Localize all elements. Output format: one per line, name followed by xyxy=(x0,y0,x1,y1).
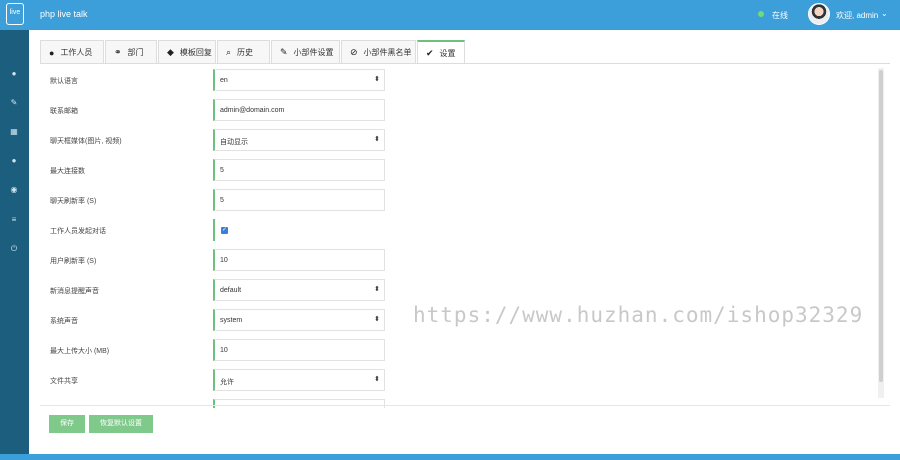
tab-label: 设置 xyxy=(439,48,456,58)
setting-label: 聊天刷新率 (S) xyxy=(50,198,97,205)
setting-label: 文件共享 xyxy=(50,378,78,385)
online-status-dot xyxy=(758,11,764,17)
tab-label: 模板回复 xyxy=(179,48,212,57)
partial-field[interactable] xyxy=(213,399,385,408)
tab-label: 小部件黑名单 xyxy=(363,48,412,57)
setting-row-file-sharing: 文件共享 允许 ⬍ xyxy=(40,366,890,396)
max-connections-input[interactable]: 5 xyxy=(213,159,385,181)
reset-defaults-button[interactable]: 恢复默认设置 xyxy=(89,415,153,433)
settings-tabs: ● 工作人员 ⚭ 部门 ◆ 模板回复 ⌕ 历史 ✎ 小部件设置 ⊘ 小部件黑名单 ✔ 设置 xyxy=(40,40,466,64)
select-arrows-icon: ⬍ xyxy=(374,136,380,143)
setting-row-max-upload: 最大上传大小 (MB) 10 xyxy=(40,336,890,366)
search-icon: ⌕ xyxy=(226,47,232,57)
setting-label: 工作人员发起对话 xyxy=(50,228,106,235)
setting-row-user-refresh: 用户刷新率 (S) 10 xyxy=(40,246,890,276)
top-bar: live php live talk 在线 欢迎, admin ⌄ xyxy=(0,0,900,30)
setting-row-max-connections: 最大连接数 5 xyxy=(40,156,890,186)
contact-email-input[interactable]: admin@domain.com xyxy=(213,99,385,121)
logo-text: live xyxy=(9,9,21,16)
setting-row-default-language: 默认语言 en ⬍ xyxy=(40,66,890,96)
check-icon: ✓ xyxy=(221,227,228,234)
user-icon: ● xyxy=(49,47,55,58)
default-language-select[interactable]: en ⬍ xyxy=(213,69,385,91)
select-arrows-icon: ⬍ xyxy=(374,316,380,323)
setting-row-partial xyxy=(40,396,890,408)
user-refresh-input[interactable]: 10 xyxy=(213,249,385,271)
app-title: php live talk xyxy=(40,9,88,19)
tab-label: 小部件设置 xyxy=(293,48,334,57)
setting-row-chat-media: 聊天框媒体(图片, 视频) 自动显示 ⬍ xyxy=(40,126,890,156)
system-sound-select[interactable]: system ⬍ xyxy=(213,309,385,331)
power-icon[interactable]: ⏻ xyxy=(8,243,20,255)
setting-label: 聊天框媒体(图片, 视频) xyxy=(50,138,122,145)
select-arrows-icon: ⬍ xyxy=(374,286,380,293)
setting-row-chat-refresh: 聊天刷新率 (S) 5 xyxy=(40,186,890,216)
chat-refresh-input[interactable]: 5 xyxy=(213,189,385,211)
staff-initiate-checkbox[interactable]: ✓ xyxy=(213,219,231,241)
select-arrows-icon: ⬍ xyxy=(374,376,380,383)
setting-label: 最大上传大小 (MB) xyxy=(50,348,110,355)
qrcode-icon[interactable]: ▦ xyxy=(8,126,20,138)
footer-divider xyxy=(40,405,890,406)
list-icon[interactable]: ≡ xyxy=(8,214,20,226)
comments-icon: ◆ xyxy=(167,47,174,57)
select-value: default xyxy=(220,287,242,294)
tab-widget-settings[interactable]: ✎ 小部件设置 xyxy=(271,40,340,64)
setting-label: 默认语言 xyxy=(50,78,78,85)
scrollbar-thumb[interactable] xyxy=(879,70,883,382)
tab-departments[interactable]: ⚭ 部门 xyxy=(105,40,157,64)
save-button[interactable]: 保存 xyxy=(49,415,85,433)
setting-label: 联系邮箱 xyxy=(50,108,78,115)
chat-media-select[interactable]: 自动显示 ⬍ xyxy=(213,129,385,151)
select-value: en xyxy=(220,77,228,84)
setting-label: 系统声音 xyxy=(50,318,78,325)
tab-label: 历史 xyxy=(237,48,254,57)
tab-canned-replies[interactable]: ◆ 模板回复 xyxy=(158,40,216,64)
setting-label: 最大连接数 xyxy=(50,168,85,175)
sidebar: ● ✎ ▦ ● ◉ ≡ ⏻ xyxy=(0,30,29,460)
select-value: 允许 xyxy=(220,379,234,386)
pencil-icon[interactable]: ✎ xyxy=(8,97,20,109)
select-value: 自动显示 xyxy=(220,139,248,146)
eye-icon[interactable]: ◉ xyxy=(8,184,20,196)
online-status-text[interactable]: 在线 xyxy=(772,10,788,21)
bottom-bar xyxy=(0,454,900,460)
eyedropper-icon: ✎ xyxy=(280,47,288,57)
setting-row-new-message-sound: 新消息提醒声音 default ⬍ xyxy=(40,276,890,306)
welcome-text[interactable]: 欢迎, admin xyxy=(836,10,878,21)
file-sharing-select[interactable]: 允许 ⬍ xyxy=(213,369,385,391)
users-icon: ⚭ xyxy=(114,47,122,57)
info-icon[interactable]: ● xyxy=(8,155,20,167)
tab-label: 工作人员 xyxy=(60,48,93,57)
select-value: system xyxy=(220,317,243,324)
setting-label: 用户刷新率 (S) xyxy=(50,258,97,265)
tab-history[interactable]: ⌕ 历史 xyxy=(217,40,270,64)
tab-staff[interactable]: ● 工作人员 xyxy=(40,40,104,64)
select-arrows-icon: ⬍ xyxy=(374,76,380,83)
setting-row-contact-email: 联系邮箱 admin@domain.com xyxy=(40,96,890,126)
user-avatar[interactable] xyxy=(808,3,830,25)
app-logo[interactable]: live xyxy=(6,3,24,25)
wrench-icon: ✔ xyxy=(426,47,434,58)
new-message-sound-select[interactable]: default ⬍ xyxy=(213,279,385,301)
settings-form: 默认语言 en ⬍ 联系邮箱 admin@domain.com 聊天框媒体(图片,… xyxy=(40,64,890,408)
chevron-down-icon[interactable]: ⌄ xyxy=(881,9,888,18)
setting-row-staff-initiate: 工作人员发起对话 ✓ xyxy=(40,216,890,246)
tab-widget-blacklist[interactable]: ⊘ 小部件黑名单 xyxy=(341,40,416,64)
ban-icon: ⊘ xyxy=(350,47,358,57)
tab-label: 部门 xyxy=(127,48,144,57)
setting-label: 新消息提醒声音 xyxy=(50,288,99,295)
map-marker-icon[interactable]: ● xyxy=(8,68,20,80)
max-upload-input[interactable]: 10 xyxy=(213,339,385,361)
watermark-text: https://www.huzhan.com/ishop32329 xyxy=(413,303,864,327)
tab-settings[interactable]: ✔ 设置 xyxy=(417,40,465,64)
